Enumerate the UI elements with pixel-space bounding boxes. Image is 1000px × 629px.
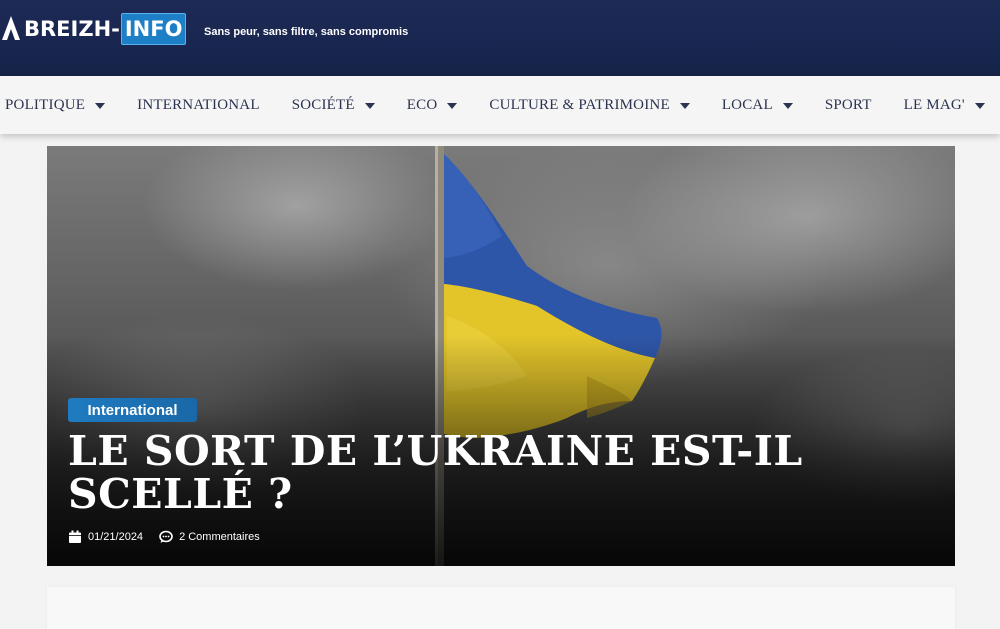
nav-item-societe[interactable]: SOCIÉTÉ <box>292 97 375 114</box>
nav-item-label: POLITIQUE <box>5 96 86 113</box>
logo-ermine-icon <box>2 16 20 40</box>
caret-down-icon <box>974 102 985 109</box>
nav-item-local[interactable]: LOCAL <box>722 97 793 114</box>
article-date: 01/21/2024 <box>88 531 144 543</box>
featured-article[interactable]: International LE SORT DE L’UKRAINE EST-I… <box>47 146 955 566</box>
nav-item-sport[interactable]: SPORT <box>825 97 872 114</box>
caret-down-icon <box>447 102 458 109</box>
main-navigation: POLITIQUE INTERNATIONAL SOCIÉTÉ ECO CULT… <box>0 76 1000 134</box>
nav-item-label: LOCAL <box>721 96 773 113</box>
caret-down-icon <box>95 102 106 109</box>
nav-item-label: INTERNATIONAL <box>137 96 260 113</box>
article-meta: 01/21/2024 2 Commentaires <box>68 528 260 546</box>
comment-bubble-icon <box>159 530 173 543</box>
nav-item-label: SPORT <box>824 96 872 113</box>
article-comments-link[interactable]: 2 Commentaires <box>179 531 260 543</box>
nav-item-label: CULTURE & PATRIMOINE <box>489 96 670 113</box>
nav-item-international[interactable]: INTERNATIONAL <box>137 97 260 114</box>
category-badge[interactable]: International <box>68 398 197 422</box>
nav-item-label: ECO <box>406 96 438 113</box>
calendar-icon <box>69 530 81 543</box>
nav-item-culture-patrimoine[interactable]: CULTURE & PATRIMOINE <box>489 96 690 114</box>
nav-item-le-mag[interactable]: LE MAG' <box>904 97 985 114</box>
nav-item-eco[interactable]: ECO <box>407 97 458 114</box>
nav-list: POLITIQUE INTERNATIONAL SOCIÉTÉ ECO CULT… <box>5 76 985 134</box>
logo-text-info: INFO <box>120 13 187 45</box>
content-card <box>47 587 955 629</box>
site-header: BREIZH- INFO Sans peur, sans filtre, san… <box>0 0 1000 76</box>
nav-item-politique[interactable]: POLITIQUE <box>5 96 106 114</box>
site-logo[interactable]: BREIZH- INFO <box>0 13 187 45</box>
logo-text-breizh: BREIZH- <box>24 17 120 41</box>
site-tagline: Sans peur, sans filtre, sans compromis <box>204 26 409 38</box>
nav-item-label: SOCIÉTÉ <box>291 96 355 113</box>
caret-down-icon <box>679 102 690 109</box>
caret-down-icon <box>364 102 375 109</box>
caret-down-icon <box>782 102 793 109</box>
nav-item-label: LE MAG' <box>903 96 965 113</box>
article-title[interactable]: LE SORT DE L’UKRAINE EST-IL SCELLÉ ? <box>68 430 938 516</box>
